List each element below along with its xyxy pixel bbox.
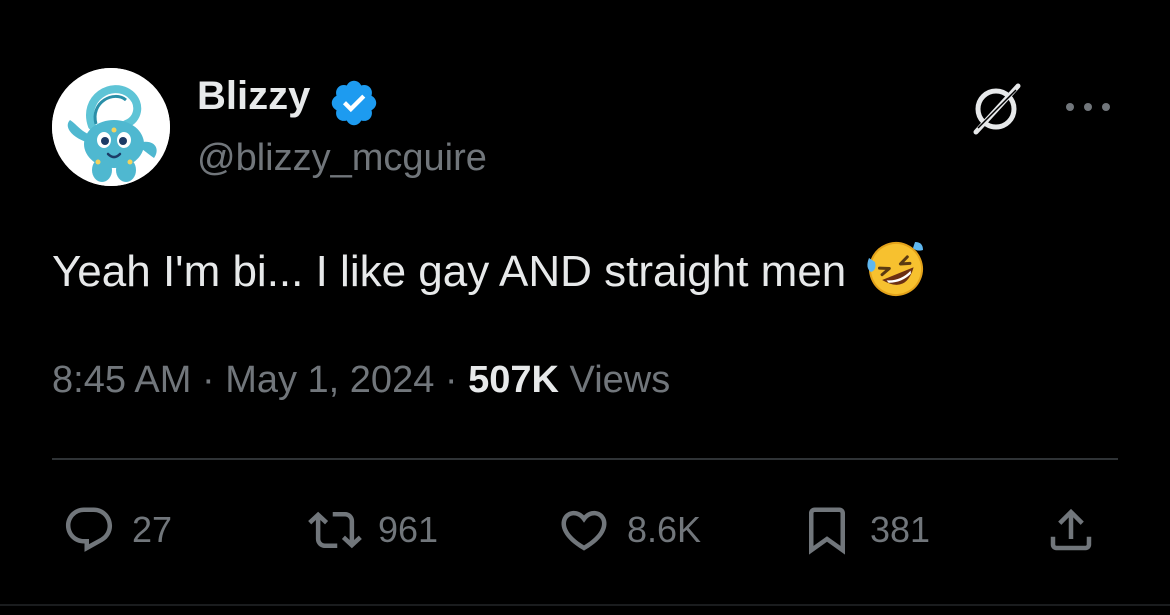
meta-separator: · [201,359,215,401]
avatar-image [52,68,170,186]
share-icon [1044,503,1098,557]
bookmark-icon [800,503,854,557]
bookmark-button[interactable]: 381 [800,500,930,560]
retweet-icon [308,503,362,557]
grok-icon[interactable] [966,78,1026,138]
reply-count: 27 [132,509,173,550]
divider [52,458,1118,460]
reply-icon [62,503,116,557]
retweet-count: 961 [378,509,439,550]
like-count: 8.6K [627,509,702,550]
like-button[interactable]: 8.6K [557,500,701,560]
display-name[interactable]: Blizzy [197,72,310,120]
reply-button[interactable]: 27 [62,500,172,560]
tweet-date[interactable]: May 1, 2024 [225,359,434,401]
views-label: Views [569,359,671,401]
more-icon[interactable] [1063,96,1113,118]
bookmark-count: 381 [870,509,931,550]
tweet-text-body: Yeah I'm bi... I like gay AND straight m… [52,247,847,296]
tweet-text: Yeah I'm bi... I like gay AND straight m… [52,238,1132,302]
tweet-meta: 8:45 AM · May 1, 2024 · 507K Views [52,354,670,406]
like-icon [557,503,611,557]
tweet-time[interactable]: 8:45 AM [52,359,191,401]
views-count: 507K [468,359,559,401]
rolling-on-the-floor-laughing-emoji-icon [865,238,927,300]
avatar[interactable] [52,68,170,186]
meta-separator: · [444,359,458,401]
retweet-button[interactable]: 961 [308,500,438,560]
verified-badge-icon [328,77,380,129]
user-handle[interactable]: @blizzy_mcguire [197,134,487,182]
bottom-divider [0,604,1170,606]
share-button[interactable] [1044,500,1098,560]
